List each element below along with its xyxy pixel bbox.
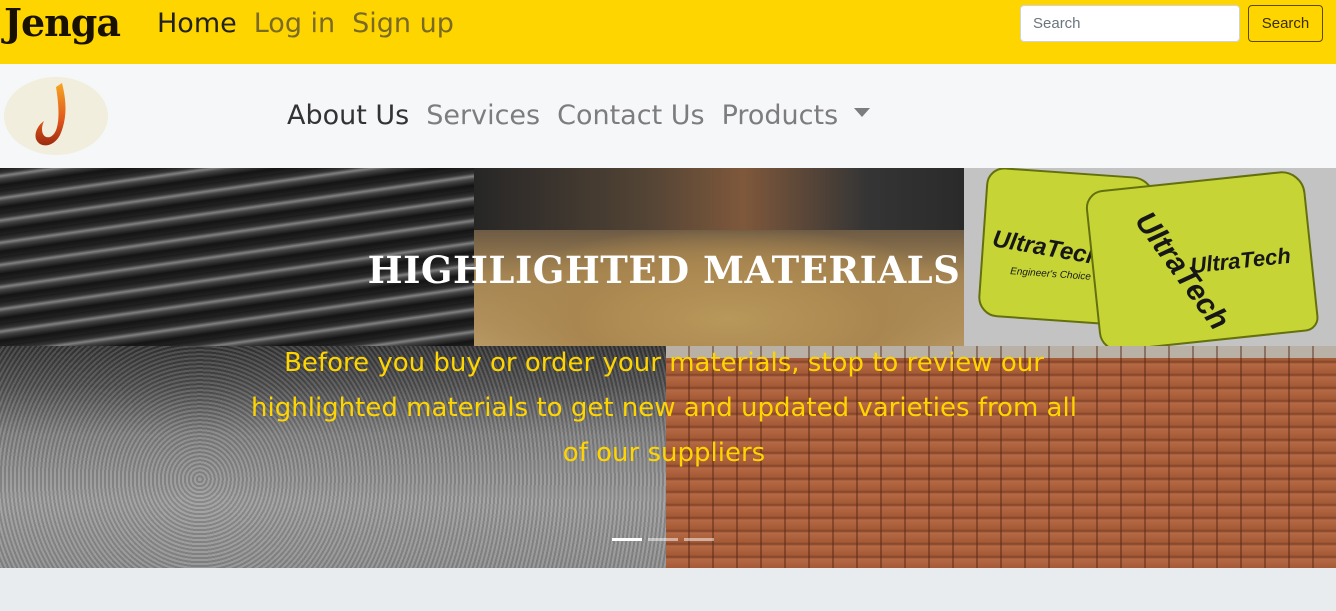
brand-logo[interactable]: Jenga (4, 0, 121, 46)
hero-carousel[interactable]: UltraTech Engineer's Choice UltraTech Ul… (0, 168, 1336, 568)
nav-login-link[interactable]: Log in (254, 6, 335, 42)
carousel-caption-text: Before you buy or order your materials, … (251, 348, 1077, 468)
nav-products-dropdown[interactable]: Products (722, 97, 871, 135)
nav-home-link[interactable]: Home (157, 6, 237, 42)
carousel-indicator-2[interactable] (648, 538, 678, 541)
products-label: Products (721, 100, 839, 131)
search-input[interactable] (1020, 5, 1240, 42)
nav-about-link[interactable]: About Us (287, 97, 409, 135)
carousel-indicators (612, 538, 714, 541)
chevron-down-icon (854, 108, 871, 117)
carousel-indicator-3[interactable] (684, 538, 714, 541)
nav-services-link[interactable]: Services (426, 97, 540, 135)
nav-signup-link[interactable]: Sign up (352, 6, 454, 42)
nav-contact-link[interactable]: Contact Us (557, 97, 704, 135)
top-nav: Home Log in Sign up (157, 6, 454, 42)
carousel-caption-title: HIGHLIGHTED MATERIALS (367, 248, 961, 292)
carousel-indicator-1[interactable] (612, 538, 642, 541)
company-logo[interactable] (4, 77, 108, 155)
top-navbar: Jenga Home Log in Sign up Search (0, 0, 1336, 64)
search-button[interactable]: Search (1248, 5, 1323, 42)
secondary-navbar: About Us Services Contact Us Products (0, 64, 1336, 168)
secondary-nav: About Us Services Contact Us Products (287, 97, 871, 135)
